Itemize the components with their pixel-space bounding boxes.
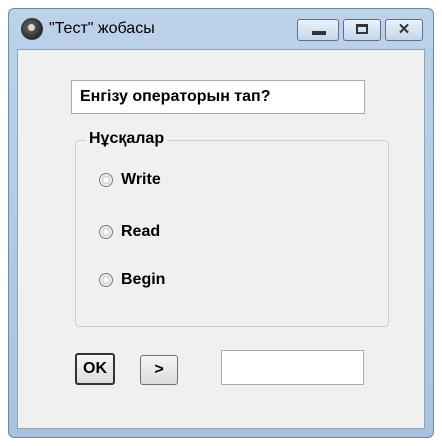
radio-button-begin[interactable] xyxy=(99,273,113,287)
radio-button-read[interactable] xyxy=(99,225,113,239)
app-icon xyxy=(21,18,43,40)
close-icon: ✕ xyxy=(397,21,411,38)
option-label-begin[interactable]: Begin xyxy=(121,269,165,291)
client-area: Енгізу операторын тап? Нұсқалар Write Re… xyxy=(17,49,425,429)
options-group-label: Нұсқалар xyxy=(86,130,168,148)
question-field[interactable]: Енгізу операторын тап? xyxy=(71,80,365,114)
ok-button[interactable]: OK xyxy=(75,353,115,385)
answer-field[interactable] xyxy=(221,350,364,385)
title-bar[interactable]: "Тест" жобасы ✕ xyxy=(9,9,433,49)
maximize-icon xyxy=(356,24,368,34)
option-label-read[interactable]: Read xyxy=(121,221,160,243)
option-label-write[interactable]: Write xyxy=(121,169,161,191)
window-title: "Тест" жобасы xyxy=(49,20,155,37)
minimize-button[interactable] xyxy=(297,19,339,41)
app-window: "Тест" жобасы ✕ Енгізу операторын тап? Н… xyxy=(8,8,434,438)
close-button[interactable]: ✕ xyxy=(385,19,423,41)
maximize-button[interactable] xyxy=(343,19,381,41)
next-button[interactable]: > xyxy=(140,355,178,385)
minimize-icon xyxy=(312,31,326,35)
options-groupbox: Нұсқалар Write Read Begin xyxy=(75,130,389,327)
radio-button-write[interactable] xyxy=(99,173,113,187)
